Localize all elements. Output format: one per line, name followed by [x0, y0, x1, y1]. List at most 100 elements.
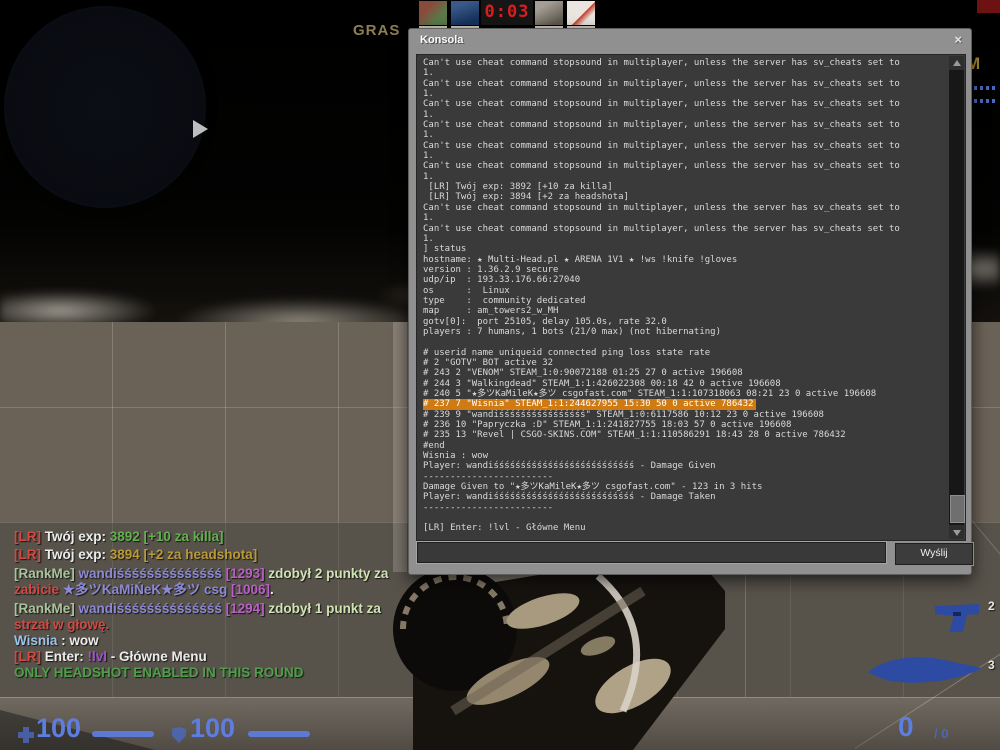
console-line: players : 7 humans, 1 bots (21/0 max) (n…: [423, 327, 945, 337]
chat-line: [LR] Twój exp: 3894 [+2 za headshota]: [14, 547, 444, 563]
machinegun-viewmodel: [393, 551, 725, 750]
console-line: [423, 337, 945, 347]
console-line-highlighted: # 237 7 "Wisnia" STEAM_1:1:244627955 15:…: [423, 399, 756, 409]
console-line: # 243 2 "VENOM" STEAM_1:0:90072188 01:25…: [423, 368, 945, 378]
console-line: # 244 3 "Walkingdead" STEAM_1:1:42602230…: [423, 379, 945, 389]
console-line: [LR] Twój exp: 3894 [+2 za headshota]: [423, 192, 945, 202]
slot2-label: 2: [988, 599, 995, 613]
chat-segment: strzał w głowę.: [14, 617, 109, 632]
health-cross-icon: [18, 727, 34, 743]
console-line: 1.: [423, 68, 945, 78]
console-line: 1.: [423, 234, 945, 244]
console-line: 1.: [423, 110, 945, 120]
console-line: # 235 13 "Revel | CSGO-SKINS.COM" STEAM_…: [423, 430, 945, 440]
close-icon[interactable]: ×: [954, 33, 962, 47]
chat-segment: Twój exp:: [45, 529, 110, 544]
scroll-up-icon[interactable]: [949, 56, 964, 70]
console-line: 1.: [423, 130, 945, 140]
console-title-bar[interactable]: Konsola ×: [409, 29, 971, 53]
console-title: Konsola: [420, 34, 463, 46]
console-line: [423, 513, 945, 523]
player-avatar: [567, 1, 595, 25]
chat-segment: [LR]: [14, 649, 45, 664]
chat-segment: !lvl: [88, 649, 111, 664]
console-output: Can't use cheat command stopsound in mul…: [423, 58, 945, 537]
console-line: Wisnia : wow: [423, 451, 945, 461]
console-window: Konsola × Can't use cheat command stopso…: [408, 28, 972, 575]
console-line: #end: [423, 441, 945, 451]
ammo-reserve-value: / 0: [934, 726, 948, 741]
console-line: [LR] Twój exp: 3892 [+10 za killa]: [423, 182, 945, 192]
console-line: ------------------------: [423, 472, 945, 482]
chat-segment: [1006]: [231, 582, 270, 597]
chat-segment: ONLY HEADSHOT ENABLED IN THIS ROUND: [14, 665, 304, 680]
chat-segment: - Główne Menu: [111, 649, 207, 664]
console-line: Damage Given to "★多ツKaMileK★多ツ csgofast.…: [423, 482, 945, 492]
console-line: ] status: [423, 244, 945, 254]
chat-line: strzał w głowę.: [14, 617, 444, 633]
console-line: Player: wandiśśśśśśśśśśśśśśśśśśśśśśśśśś …: [423, 492, 945, 502]
wall-seam: [745, 560, 746, 697]
console-output-box: Can't use cheat command stopsound in mul…: [416, 54, 966, 541]
send-button[interactable]: Wyślij: [894, 542, 974, 566]
console-line: 1.: [423, 89, 945, 99]
console-line: Can't use cheat command stopsound in mul…: [423, 161, 945, 171]
scroll-down-icon[interactable]: [949, 525, 964, 539]
console-line: version : 1.36.2.9 secure: [423, 265, 945, 275]
console-line: 1.: [423, 151, 945, 161]
console-command-input[interactable]: [417, 542, 886, 563]
chat-segment: .: [270, 582, 274, 597]
chat-segment: [LR]: [14, 547, 45, 562]
round-timer-box: 0:03: [481, 0, 533, 25]
chat-segment: 3892 [+10 za killa]: [110, 529, 224, 544]
radar-minimap: [4, 6, 206, 208]
chat-line: ONLY HEADSHOT ENABLED IN THIS ROUND: [14, 665, 444, 681]
console-line: Can't use cheat command stopsound in mul…: [423, 203, 945, 213]
chat-segment: [RankMe]: [14, 566, 79, 581]
console-line: Can't use cheat command stopsound in mul…: [423, 224, 945, 234]
console-line: Can't use cheat command stopsound in mul…: [423, 99, 945, 109]
chat-segment: [LR]: [14, 529, 45, 544]
console-line: Can't use cheat command stopsound in mul…: [423, 120, 945, 130]
chat-segment: zdobył 1 punkt za: [268, 601, 381, 616]
chat-segment: 3894 [+2 za headshota]: [110, 547, 257, 562]
console-line: hostname: ★ Multi-Head.pl ★ ARENA 1V1 ★ …: [423, 255, 945, 265]
console-line: # userid name uniqueid connected ping lo…: [423, 348, 945, 358]
console-line: # 240 5 "★多ツKaMileK★多ツ csgofast.com" STE…: [423, 389, 945, 399]
scrollbar-thumb[interactable]: [950, 495, 965, 523]
chat-line: [LR] Twój exp: 3892 [+10 za killa]: [14, 529, 444, 545]
ammo-clip-value: 0: [898, 711, 914, 743]
pistol-icon: [933, 598, 985, 636]
map-sign-text: GRAS: [353, 22, 400, 39]
radar-player-arrow-icon: [193, 120, 208, 138]
chat-segment: [1294]: [226, 601, 269, 616]
chat-messages: [LR] Twój exp: 3892 [+10 za killa][LR] T…: [14, 529, 444, 681]
chat-segment: Twój exp:: [45, 547, 110, 562]
chat-segment: [RankMe]: [14, 601, 79, 616]
console-line: ------------------------: [423, 503, 945, 513]
knife-icon: [866, 648, 984, 688]
chat-line: [LR] Enter: !lvl - Główne Menu: [14, 649, 444, 665]
chat-segment: : wow: [61, 633, 99, 648]
console-line: # 239 9 "wandiśśśśśśśśśśśśśśśś" STEAM_1:…: [423, 410, 945, 420]
chat-segment: ★多ツKaMiŃeK★多ツ csg: [63, 582, 231, 597]
console-line: udp/ip : 193.33.176.66:27040: [423, 275, 945, 285]
chat-segment: wandiśśśśśśśśśśśśśś: [79, 566, 226, 581]
console-line: 1.: [423, 172, 945, 182]
console-line: Can't use cheat command stopsound in mul…: [423, 141, 945, 151]
console-line: Can't use cheat command stopsound in mul…: [423, 58, 945, 68]
console-line: Player: wandiśśśśśśśśśśśśśśśśśśśśśśśśśś …: [423, 461, 945, 471]
chat-segment: zabicie: [14, 582, 63, 597]
round-timer: 0:03: [485, 4, 530, 21]
slot3-label: 3: [988, 658, 995, 672]
console-line: # 236 10 "Papryczka :D" STEAM_1:1:241827…: [423, 420, 945, 430]
armor-value: 100: [190, 713, 235, 743]
game-screen: 0:03 GRAS M [LR] Twój exp: 3892 [+10 za …: [0, 0, 1000, 750]
chat-line: [RankMe] wandiśśśśśśśśśśśśśś [1294] zdob…: [14, 601, 444, 617]
player-avatar: [419, 1, 447, 25]
chat-segment: Wisnia: [14, 633, 61, 648]
chat-segment: zdobył 2 punkty za: [268, 566, 388, 581]
chat-segment: Enter:: [45, 649, 88, 664]
console-scrollbar[interactable]: [949, 56, 964, 539]
console-line: type : community dedicated: [423, 296, 945, 306]
